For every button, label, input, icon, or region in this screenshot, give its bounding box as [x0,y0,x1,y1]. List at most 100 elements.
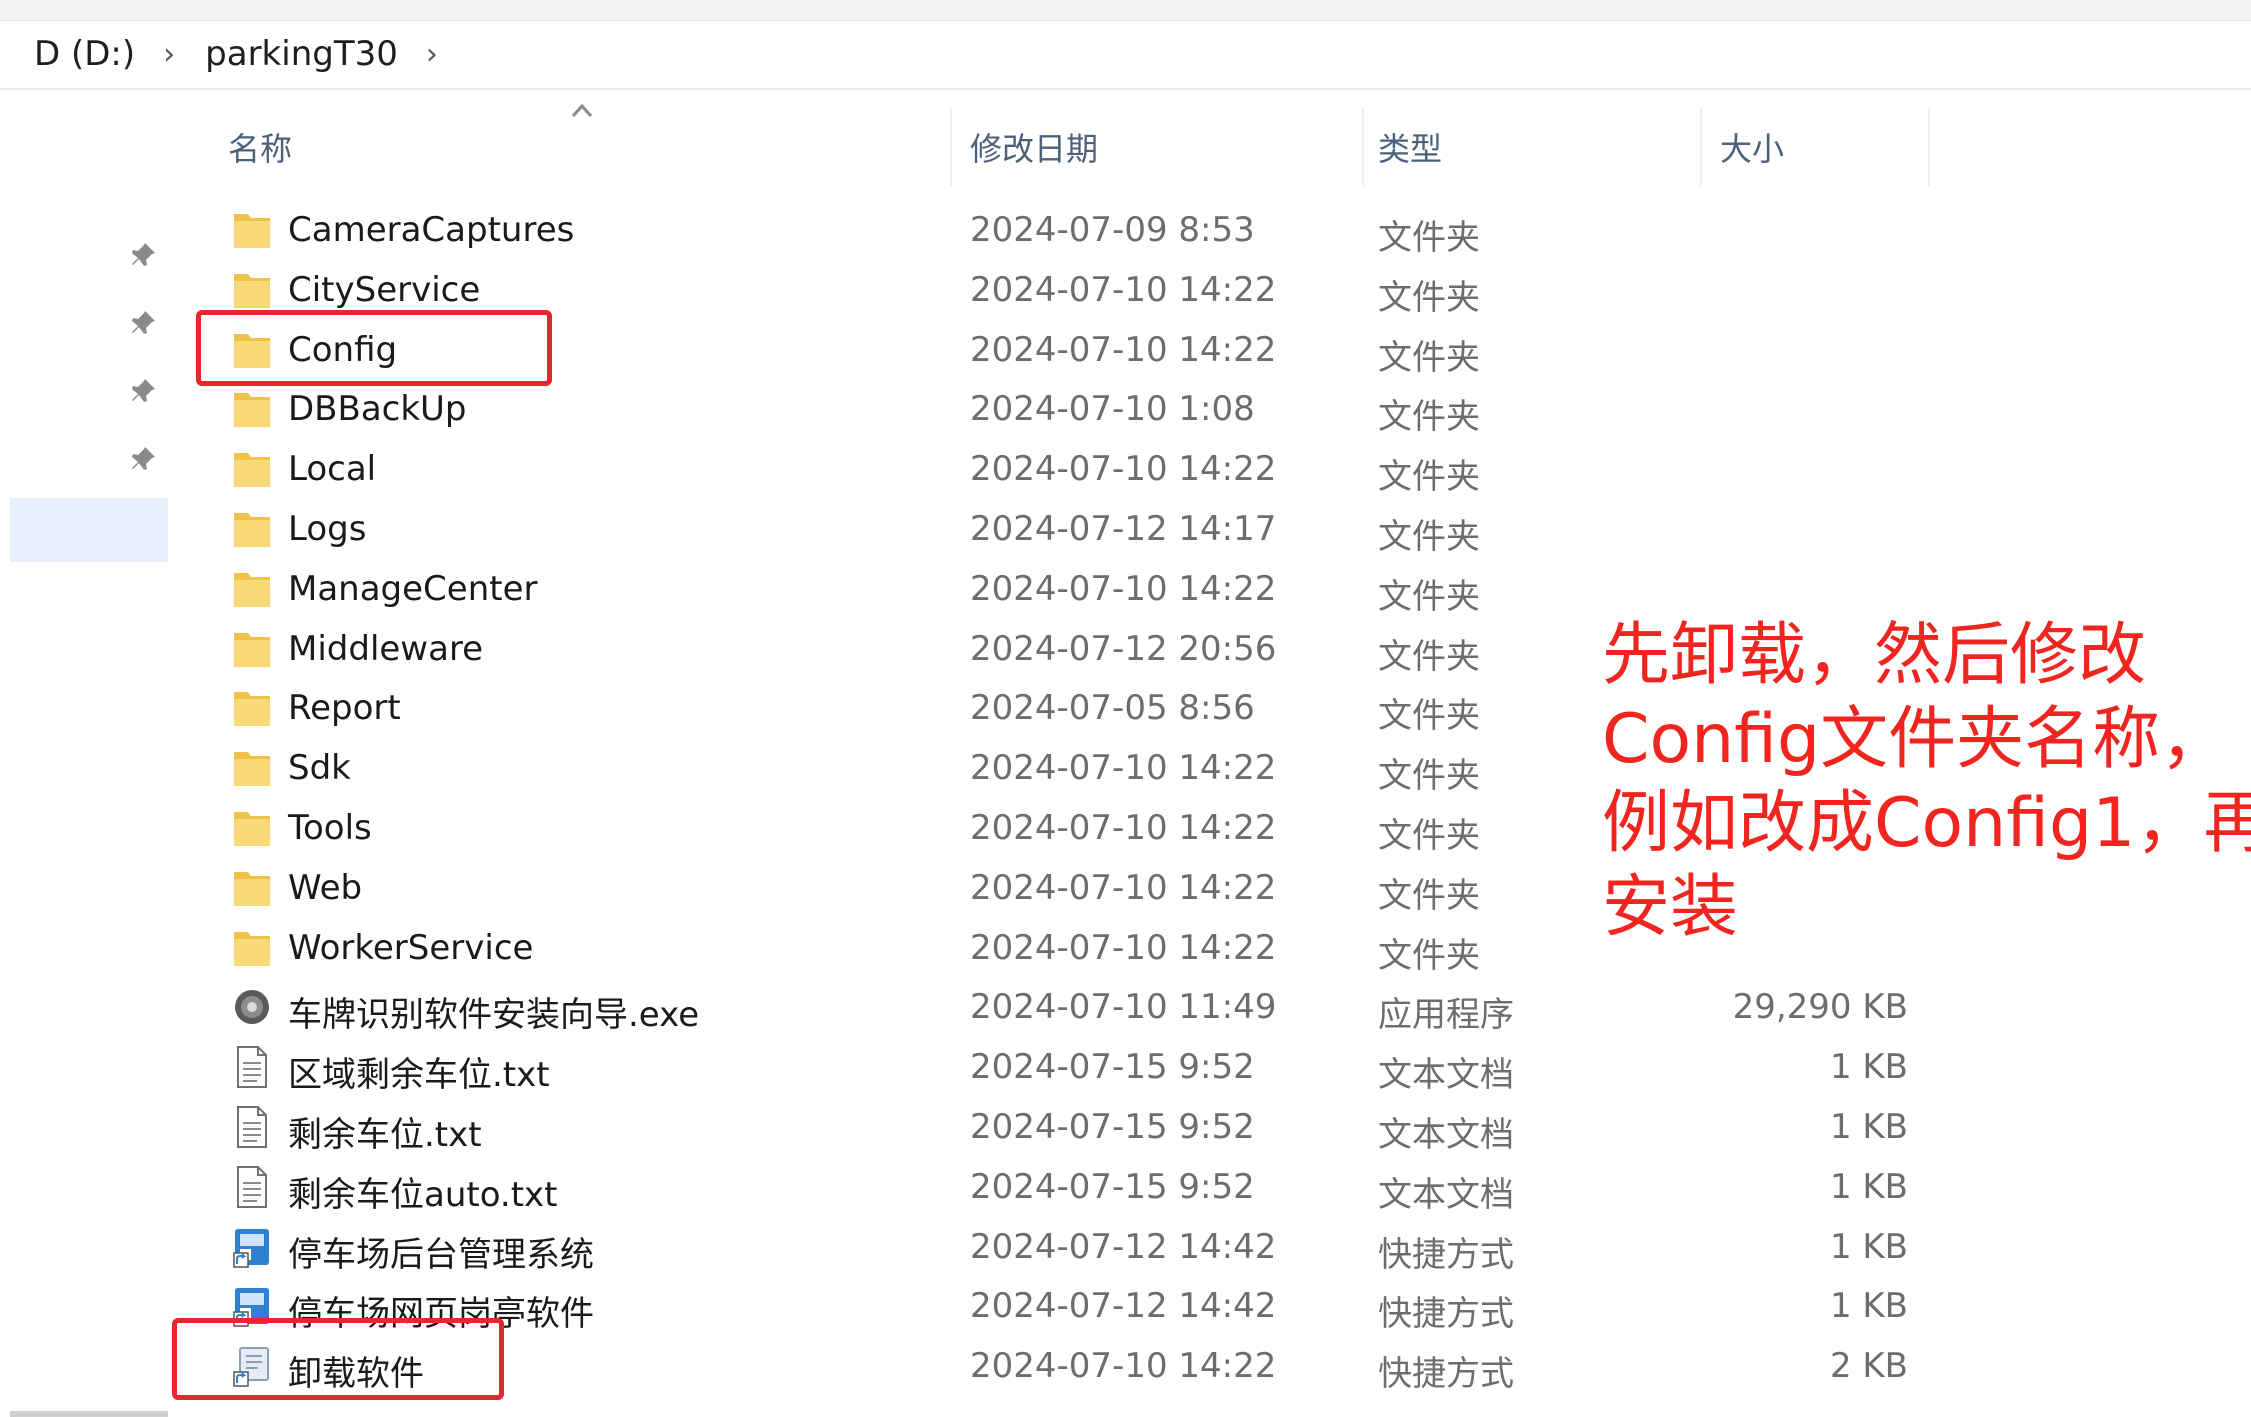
file-type: 快捷方式 [1378,1354,1514,1395]
file-type: 文件夹 [1378,457,1480,498]
file-size: 2 KB [1829,1346,1908,1387]
chevron-right-icon[interactable]: › [163,37,175,72]
file-size: 1 KB [1829,1226,1908,1267]
file-name[interactable]: WorkerService [288,928,533,968]
file-modified-date: 2024-07-10 1:08 [970,389,1255,430]
file-type: 应用程序 [1378,995,1514,1036]
file-row[interactable]: 停车场后台管理系统 2024-07-12 14:42 快捷方式 1 KB [0,1217,2251,1277]
shortcut-app-icon [232,1225,272,1269]
file-type: 文件夹 [1378,397,1480,438]
file-type: 文件夹 [1378,816,1480,856]
folder-icon [232,567,272,611]
annotation-line: Config文件夹名称， [1602,700,2229,779]
column-header-size[interactable]: 大小 [1720,124,1784,170]
file-name[interactable]: 停车场后台管理系统 [288,1227,594,1276]
file-modified-date: 2024-07-10 14:22 [970,568,1277,609]
file-type: 文件夹 [1378,218,1480,258]
file-name[interactable]: Tools [288,808,372,848]
file-type: 文件夹 [1378,576,1480,617]
text-file-icon [232,1165,272,1209]
file-modified-date: 2024-07-12 20:56 [970,628,1277,669]
column-divider[interactable] [950,108,952,186]
file-type: 文件夹 [1378,696,1480,737]
file-row[interactable]: 剩余车位auto.txt 2024-07-15 9:52 文本文档 1 KB [0,1157,2251,1217]
file-name[interactable]: Report [288,688,401,728]
file-row[interactable]: 车牌识别软件安装向导.exe 2024-07-10 11:49 应用程序 29,290… [0,977,2251,1037]
file-name[interactable]: Logs [288,509,366,549]
file-name[interactable]: 剩余车位.txt [288,1107,482,1156]
nav-scrollbar[interactable] [10,1411,168,1417]
column-header-date[interactable]: 修改日期 [970,124,1098,170]
file-row[interactable]: 剩余车位.txt 2024-07-15 9:52 文本文档 1 KB [0,1097,2251,1157]
file-type: 文本文档 [1378,1115,1514,1155]
file-name[interactable]: CameraCaptures [288,210,574,250]
file-modified-date: 2024-07-10 14:22 [970,748,1277,789]
file-row[interactable]: DBBackUp 2024-07-10 1:08 文件夹 [0,379,2251,439]
file-row[interactable]: Logs 2024-07-12 14:17 文件夹 [0,499,2251,559]
file-modified-date: 2024-07-05 8:56 [970,688,1255,729]
folder-icon [232,686,272,730]
annotation-line: 例如改成Config1，再 [1602,784,2251,863]
folder-icon [232,627,272,671]
file-name[interactable]: DBBackUp [288,389,467,429]
file-modified-date: 2024-07-12 14:17 [970,509,1277,549]
file-modified-date: 2024-07-10 14:22 [970,1346,1277,1387]
file-name[interactable]: 区域剩余车位.txt [288,1047,550,1096]
breadcrumb-folder[interactable]: parkingT30 [205,34,398,74]
file-row[interactable]: ManageCenter 2024-07-10 14:22 文件夹 [0,559,2251,619]
file-type: 文件夹 [1378,517,1480,557]
file-name[interactable]: Local [288,449,376,489]
file-row[interactable]: Local 2024-07-10 14:22 文件夹 [0,439,2251,499]
instruction-annotation: 先卸载，然后修改 Config文件夹名称， 例如改成Config1，再 安装 [1602,614,2251,950]
column-header-bar: 名称 修改日期 类型 大小 [210,103,1930,188]
sort-ascending-icon [571,103,593,118]
file-name[interactable]: Web [288,868,362,908]
file-size: 1 KB [1829,1166,1908,1207]
file-type: 文本文档 [1378,1055,1514,1096]
file-name[interactable]: Sdk [288,748,351,788]
annotation-line: 先卸载，然后修改 [1602,616,2147,695]
highlight-box-uninstall [172,1318,504,1400]
file-size: 29,290 KB [1732,987,1908,1028]
folder-icon [232,507,272,551]
column-divider[interactable] [1928,108,1930,186]
file-type: 文件夹 [1378,756,1480,797]
text-file-icon [232,1105,272,1149]
file-modified-date: 2024-07-10 14:22 [970,927,1277,968]
file-type: 文件夹 [1378,935,1480,976]
file-name[interactable]: ManageCenter [288,569,538,609]
folder-icon [232,926,272,970]
file-modified-date: 2024-07-09 8:53 [970,210,1255,250]
file-name[interactable]: Middleware [288,629,483,669]
file-name[interactable]: CityService [288,270,480,310]
column-header-type[interactable]: 类型 [1378,124,1442,170]
highlight-box-config [196,310,552,386]
file-modified-date: 2024-07-15 9:52 [970,1107,1255,1147]
file-type: 文件夹 [1378,337,1480,378]
column-divider[interactable] [1700,108,1702,186]
file-type: 文件夹 [1378,875,1480,916]
file-type: 快捷方式 [1378,1234,1514,1275]
file-size: 1 KB [1829,1286,1908,1327]
file-type: 快捷方式 [1378,1294,1514,1335]
column-header-name[interactable]: 名称 [228,124,292,170]
file-name[interactable]: 车牌识别软件安装向导.exe [288,987,699,1036]
file-modified-date: 2024-07-10 14:22 [970,867,1277,908]
file-row[interactable]: CameraCaptures 2024-07-09 8:53 文件夹 [0,200,2251,260]
file-modified-date: 2024-07-15 9:52 [970,1166,1255,1207]
annotation-line: 安装 [1602,868,1739,947]
file-name[interactable]: 剩余车位auto.txt [288,1167,558,1216]
address-breadcrumb[interactable]: D (D:) › parkingT30 › [0,20,2251,90]
file-modified-date: 2024-07-10 14:22 [970,329,1277,370]
file-type: 文件夹 [1378,636,1480,677]
chevron-right-icon[interactable]: › [426,37,438,72]
file-modified-date: 2024-07-12 14:42 [970,1286,1277,1327]
installer-icon [232,985,272,1029]
file-modified-date: 2024-07-10 14:22 [970,449,1277,490]
file-type: 文件夹 [1378,277,1480,318]
folder-icon [232,806,272,850]
file-row[interactable]: 区域剩余车位.txt 2024-07-15 9:52 文本文档 1 KB [0,1037,2251,1097]
folder-icon [232,208,272,252]
column-divider[interactable] [1362,108,1364,186]
breadcrumb-drive[interactable]: D (D:) [34,34,135,74]
